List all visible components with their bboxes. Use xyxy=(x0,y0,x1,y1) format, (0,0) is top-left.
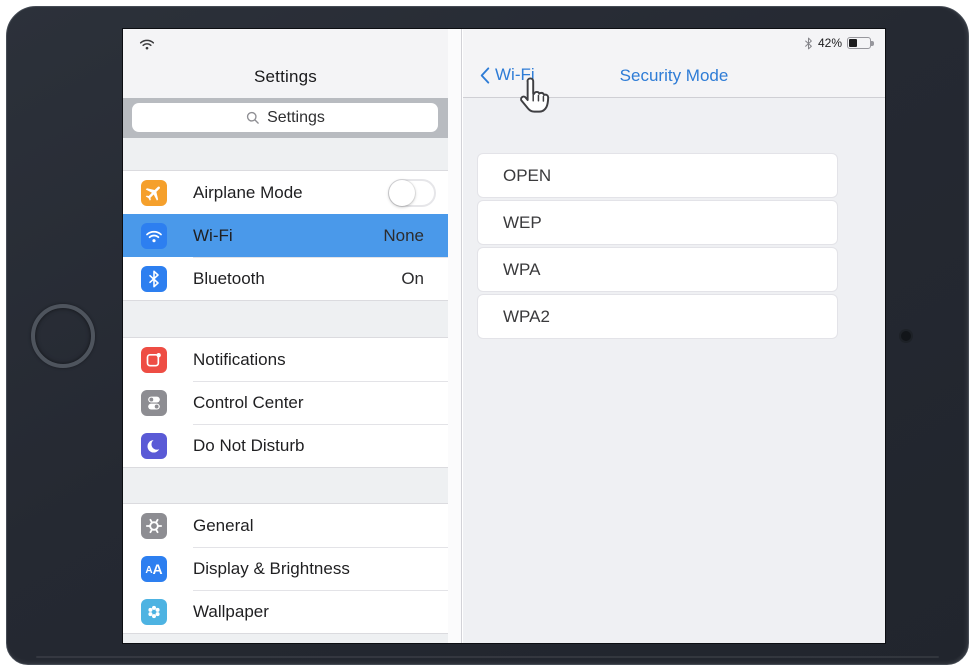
wifi-status-icon xyxy=(139,38,155,51)
search-band: Settings xyxy=(123,98,448,138)
gear-icon xyxy=(141,513,167,539)
page: Settings Settings Airplane Mode Wi-FiNone… xyxy=(0,0,975,665)
sidebar-groups: Airplane ModeWi-FiNoneBluetoothOnNotific… xyxy=(123,171,448,643)
detail-header: Wi-Fi Security Mode 42% xyxy=(463,29,885,98)
sidebar-item-do-not-disturb[interactable]: Do Not Disturb xyxy=(123,424,448,467)
group-gap xyxy=(123,138,448,171)
sidebar-item-airplane-mode[interactable]: Airplane Mode xyxy=(123,171,448,214)
sidebar-group: Airplane ModeWi-FiNoneBluetoothOn xyxy=(123,171,448,300)
sidebar-item-general[interactable]: General xyxy=(123,504,448,547)
wifi-icon xyxy=(141,223,167,249)
option-wpa2[interactable]: WPA2 xyxy=(477,294,838,339)
tablet-frame: Settings Settings Airplane Mode Wi-FiNone… xyxy=(6,6,969,665)
option-wpa[interactable]: WPA xyxy=(477,247,838,292)
group-gap xyxy=(123,300,448,338)
sidebar-item-label: Wi-Fi xyxy=(193,226,383,246)
text-size-icon: AA xyxy=(141,556,167,582)
bluetooth-icon xyxy=(141,266,167,292)
page-title: Security Mode xyxy=(463,66,885,86)
sidebar-item-label: Wallpaper xyxy=(193,602,448,622)
battery-percent: 42% xyxy=(818,36,842,50)
security-mode-panel: Wi-Fi Security Mode 42% xyxy=(463,29,885,643)
moon-icon xyxy=(141,433,167,459)
camera-icon xyxy=(901,331,911,341)
search-icon xyxy=(245,110,260,125)
search-input[interactable]: Settings xyxy=(132,103,438,132)
sidebar-group: Notifications Control Center Do Not Distur… xyxy=(123,338,448,467)
group-gap xyxy=(123,467,448,504)
panel-divider xyxy=(448,29,462,643)
notifications-icon xyxy=(141,347,167,373)
flower-icon xyxy=(141,599,167,625)
sidebar-item-label: Notifications xyxy=(193,350,448,370)
bluetooth-status-icon xyxy=(804,37,813,50)
sidebar-item-value: None xyxy=(383,226,424,246)
security-options-list: OPENWEPWPAWPA2 xyxy=(477,153,838,341)
sidebar-item-notifications[interactable]: Notifications xyxy=(123,338,448,381)
status-cluster: 42% xyxy=(804,36,871,50)
sidebar-item-label: Control Center xyxy=(193,393,448,413)
group-gap xyxy=(123,633,448,643)
battery-icon xyxy=(847,37,871,49)
settings-sidebar: Settings Settings Airplane Mode Wi-FiNone… xyxy=(123,29,448,643)
airplane-icon xyxy=(141,180,167,206)
sidebar-item-display-brightness[interactable]: AA Display & Brightness xyxy=(123,547,448,590)
sidebar-item-control-center[interactable]: Control Center xyxy=(123,381,448,424)
search-value: Settings xyxy=(267,109,325,127)
home-button[interactable] xyxy=(31,304,95,368)
option-open[interactable]: OPEN xyxy=(477,153,838,198)
sidebar-header: Settings xyxy=(123,29,448,98)
sidebar-group: General AA Display & Brightness Wallpaper xyxy=(123,504,448,633)
sidebar-item-wallpaper[interactable]: Wallpaper xyxy=(123,590,448,633)
sidebar-item-label: Bluetooth xyxy=(193,269,401,289)
sidebar-item-label: Display & Brightness xyxy=(193,559,448,579)
sidebar-title: Settings xyxy=(123,67,448,87)
sidebar-item-wifi[interactable]: Wi-FiNone xyxy=(123,214,448,257)
airplane-mode-toggle[interactable] xyxy=(388,179,436,207)
option-wep[interactable]: WEP xyxy=(477,200,838,245)
control-center-icon xyxy=(141,390,167,416)
sidebar-item-label: Airplane Mode xyxy=(193,183,388,203)
sidebar-item-label: Do Not Disturb xyxy=(193,436,448,456)
sidebar-item-value: On xyxy=(401,269,424,289)
sidebar-item-bluetooth[interactable]: BluetoothOn xyxy=(123,257,448,300)
sidebar-item-label: General xyxy=(193,516,448,536)
screen: Settings Settings Airplane Mode Wi-FiNone… xyxy=(123,29,885,643)
